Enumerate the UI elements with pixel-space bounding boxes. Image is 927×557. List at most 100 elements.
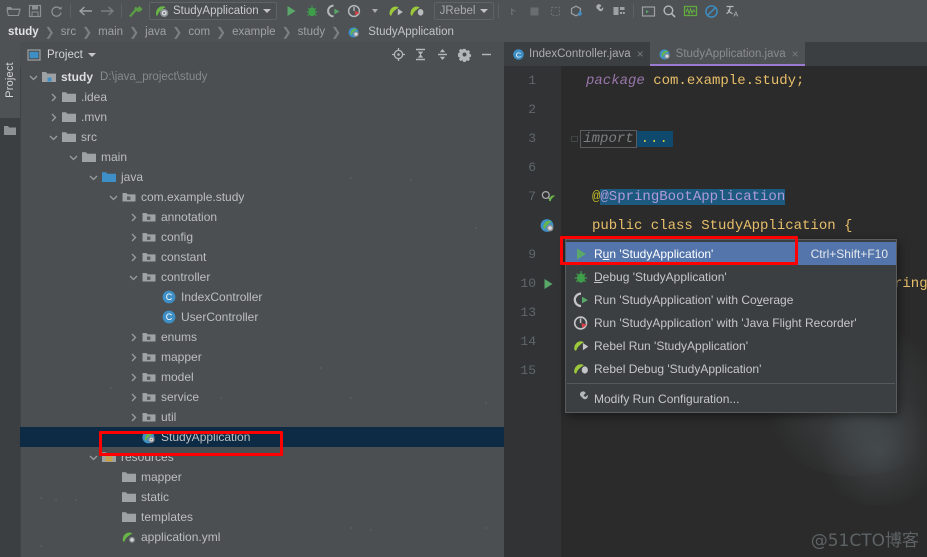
sync-icon[interactable] <box>45 1 66 21</box>
code-line-import-folded[interactable]: ☐ import... <box>571 124 673 153</box>
run-gutter-icon[interactable] <box>536 274 560 294</box>
breadcrumb-item-1[interactable]: src <box>59 26 78 38</box>
structure-icon[interactable] <box>608 1 629 21</box>
chevron-right-icon[interactable] <box>128 412 139 423</box>
tree-node-config[interactable]: config <box>20 227 504 247</box>
tree-node-templates[interactable]: templates <box>20 507 504 527</box>
run-context-menu[interactable]: Run 'StudyApplication' Ctrl+Shift+F10 Debu… <box>565 239 897 413</box>
chevron-down-icon[interactable] <box>108 192 119 203</box>
run-configuration-selector[interactable]: StudyApplication <box>149 2 277 20</box>
chevron-down-icon[interactable] <box>262 9 271 13</box>
tree-node-static[interactable]: static <box>20 487 504 507</box>
chevron-right-icon[interactable] <box>128 212 139 223</box>
open-folder-icon[interactable] <box>3 1 24 21</box>
search-marker-icon[interactable] <box>536 187 560 207</box>
tree-node-main[interactable]: main <box>20 147 504 167</box>
tree-node-indexcontroller[interactable]: C IndexController <box>20 287 504 307</box>
tree-node--idea[interactable]: .idea <box>20 87 504 107</box>
tab-study-application[interactable]: StudyApplication.java × <box>649 42 805 66</box>
menu-item-rebel-run-studyapplication[interactable]: Rebel Run 'StudyApplication' <box>566 334 896 357</box>
tree-node-resources[interactable]: resources <box>20 447 504 467</box>
tree-node-util[interactable]: util <box>20 407 504 427</box>
tree-node-com-example-study[interactable]: com.example.study <box>20 187 504 207</box>
update-app-icon[interactable] <box>566 1 587 21</box>
run-with-coverage-icon[interactable] <box>323 1 344 21</box>
menu-item-rebel-debug-studyapplication[interactable]: Rebel Debug 'StudyApplication' <box>566 357 896 380</box>
breadcrumb-item-2[interactable]: main <box>96 26 125 38</box>
fold-import-label[interactable]: import <box>580 129 637 148</box>
breadcrumb-item-0[interactable]: study <box>6 26 41 38</box>
profiler-icon[interactable] <box>344 1 365 21</box>
save-all-icon[interactable] <box>24 1 45 21</box>
chevron-right-icon[interactable] <box>128 252 139 263</box>
chevron-right-icon[interactable] <box>48 92 59 103</box>
tree-node-studyapplication[interactable]: StudyApplication <box>20 427 504 447</box>
chevron-right-icon[interactable] <box>128 332 139 343</box>
chevron-down-icon[interactable] <box>88 452 99 463</box>
tree-node-usercontroller[interactable]: C UserController <box>20 307 504 327</box>
translate-icon[interactable]: A <box>722 1 743 21</box>
tree-node-application-yml[interactable]: application.yml <box>20 527 504 547</box>
chevron-down-icon[interactable] <box>48 132 59 143</box>
settings-wrench-icon[interactable] <box>587 1 608 21</box>
folder-icon[interactable] <box>3 124 17 139</box>
fold-import-dots[interactable]: ... <box>636 130 673 147</box>
menu-item-run-studyapplication-with-coverage[interactable]: Run 'StudyApplication' with Coverage <box>566 288 896 311</box>
debug-icon[interactable] <box>302 1 323 21</box>
expand-all-icon[interactable] <box>410 45 430 65</box>
tree-node-annotation[interactable]: annotation <box>20 207 504 227</box>
no-entry-icon[interactable] <box>701 1 722 21</box>
jrebel-run-icon[interactable] <box>386 1 407 21</box>
tree-node-model[interactable]: model <box>20 367 504 387</box>
menu-item-modify-run-configuration[interactable]: Modify Run Configuration... <box>566 387 896 410</box>
tree-node-java[interactable]: java <box>20 167 504 187</box>
search-icon[interactable] <box>659 1 680 21</box>
chevron-down-icon-jrebel[interactable] <box>480 9 489 13</box>
jrebel-debug-icon[interactable] <box>407 1 428 21</box>
chevron-right-icon[interactable] <box>128 372 139 383</box>
editor-gutter[interactable]: 1 2 3 6 7 9 10 13 14 15 <box>504 66 561 557</box>
chevron-right-icon[interactable] <box>128 232 139 243</box>
chevron-down-icon[interactable] <box>128 272 139 283</box>
tree-node-controller[interactable]: controller <box>20 267 504 287</box>
tree-node-enums[interactable]: enums <box>20 327 504 347</box>
tree-node--mvn[interactable]: .mvn <box>20 107 504 127</box>
collapse-all-icon[interactable] <box>432 45 452 65</box>
menu-item-run-studyapplication[interactable]: Run 'StudyApplication' Ctrl+Shift+F10 <box>566 242 896 265</box>
close-icon[interactable]: × <box>637 47 644 61</box>
breadcrumb-item-5[interactable]: example <box>230 26 277 38</box>
back-arrow-icon[interactable] <box>75 1 96 21</box>
menu-item-run-studyapplication-with-java-flight-recorder[interactable]: Run 'StudyApplication' with 'Java Flight… <box>566 311 896 334</box>
sidebar-item-project[interactable]: Project <box>0 42 20 118</box>
chevron-down-icon[interactable] <box>87 52 96 57</box>
tree-node-mapper[interactable]: mapper <box>20 467 504 487</box>
chevron-down-icon[interactable] <box>68 152 79 163</box>
monitor-icon[interactable] <box>680 1 701 21</box>
chevron-down-icon[interactable] <box>28 72 39 83</box>
chevron-down-icon[interactable] <box>88 172 99 183</box>
breadcrumb-item-6[interactable]: study <box>296 26 328 38</box>
tab-index-controller[interactable]: C IndexController.java × <box>504 42 650 66</box>
tree-node-service[interactable]: service <box>20 387 504 407</box>
tree-node-constant[interactable]: constant <box>20 247 504 267</box>
close-icon[interactable]: × <box>792 47 799 61</box>
breadcrumb-item-4[interactable]: com <box>186 26 212 38</box>
run-icon[interactable] <box>281 1 302 21</box>
tree-node-src[interactable]: src <box>20 127 504 147</box>
chevron-right-icon[interactable] <box>48 112 59 123</box>
scroll-from-source-icon[interactable] <box>388 45 408 65</box>
build-hammer-icon[interactable] <box>126 1 147 21</box>
jrebel-selector[interactable]: JRebel <box>433 2 495 20</box>
gear-icon[interactable] <box>454 45 474 65</box>
breadcrumb-item-7[interactable]: StudyApplication <box>366 26 456 38</box>
chevron-right-icon[interactable] <box>128 392 139 403</box>
menu-item-debug-studyapplication[interactable]: Debug 'StudyApplication' <box>566 265 896 288</box>
tree-node-study[interactable]: study D:\java_project\study <box>20 67 504 87</box>
fold-marker-icon[interactable]: ☐ <box>571 131 578 146</box>
forward-arrow-icon[interactable] <box>96 1 117 21</box>
chevron-down-icon-profiler[interactable] <box>365 1 386 21</box>
tree-node-mapper[interactable]: mapper <box>20 347 504 367</box>
breadcrumb-item-3[interactable]: java <box>143 26 168 38</box>
hide-icon[interactable] <box>476 45 496 65</box>
terminal-icon[interactable] <box>638 1 659 21</box>
